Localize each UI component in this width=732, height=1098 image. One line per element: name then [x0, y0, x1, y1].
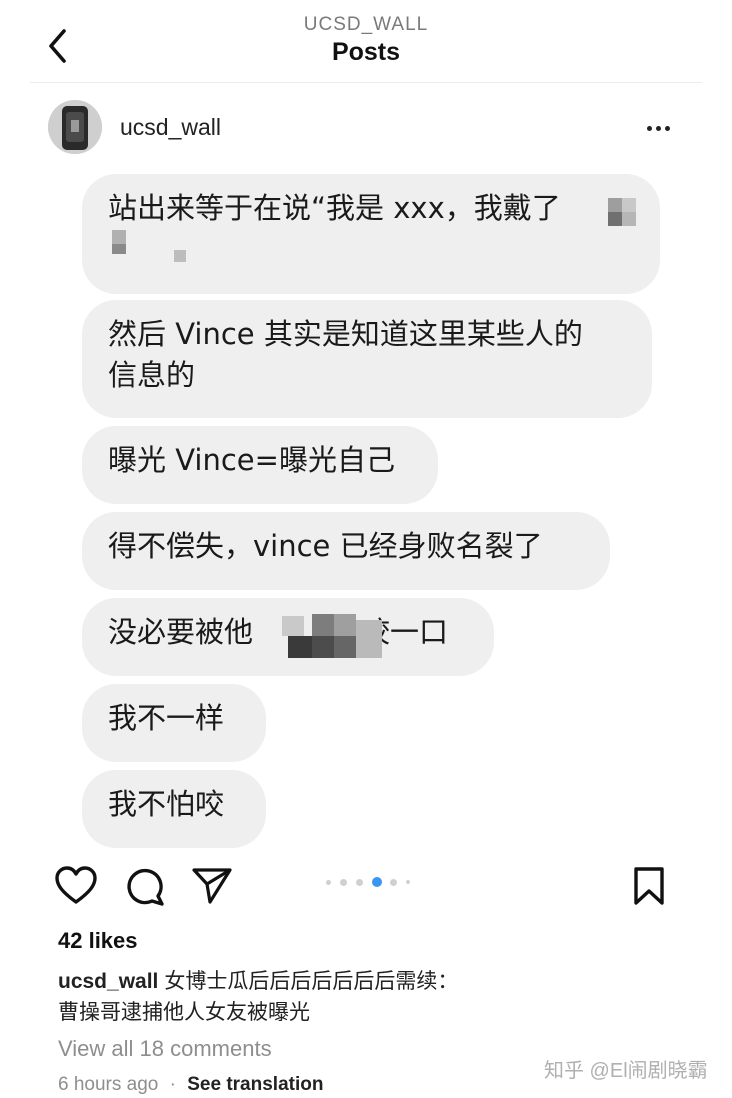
message-text: 站出来等于在说“我是 xxx，我戴了	[108, 191, 561, 225]
view-comments-link[interactable]: View all 18 comments	[58, 1036, 272, 1062]
message-text: 我不一样	[108, 701, 225, 735]
redacted-block	[608, 212, 622, 226]
carousel-dot-active	[372, 877, 382, 887]
message-text-line2: 信息的	[108, 358, 196, 392]
message-bubble: 然后 Vince 其实是知道这里某些人的 信息的	[82, 300, 652, 418]
redacted-block	[174, 250, 186, 262]
post-image[interactable]: 站出来等于在说“我是 xxx，我戴了 然后 Vince 其实是知道这里某些人的 …	[34, 170, 698, 850]
message-text: 我不怕咬	[108, 787, 225, 821]
message-bubble: 曝光 Vince=曝光自己	[82, 426, 438, 504]
redacted-block	[356, 620, 382, 658]
redacted-block	[622, 198, 636, 212]
message-bubble: 我不怕咬	[82, 770, 266, 848]
post-meta: 6 hours ago · See translation	[58, 1074, 323, 1096]
message-text: 没必要被他	[108, 615, 254, 649]
carousel-dot	[340, 879, 347, 886]
carousel-dot	[326, 880, 331, 885]
redacted-block	[334, 614, 356, 636]
header-divider	[30, 82, 702, 83]
save-button[interactable]	[632, 866, 666, 906]
avatar[interactable]	[48, 100, 102, 154]
comment-icon	[127, 868, 164, 906]
see-translation-link[interactable]: See translation	[187, 1074, 323, 1095]
message-bubble: 我不一样	[82, 684, 266, 762]
redacted-block	[288, 636, 312, 658]
redacted-block	[312, 614, 334, 636]
redacted-block	[112, 244, 126, 254]
share-button[interactable]	[190, 866, 234, 906]
more-options-button[interactable]	[640, 118, 676, 138]
avatar-image	[48, 100, 102, 154]
message-bubble: 得不偿失，vince 已经身败名裂了	[82, 512, 610, 590]
redacted-block	[334, 636, 356, 658]
caption-text-line2: 曹操哥逮捕他人女友被曝光	[58, 1001, 310, 1024]
like-button[interactable]	[54, 866, 98, 906]
page-title: Posts	[331, 38, 401, 66]
post-caption: ucsd_wall 女博士瓜后后后后后后后需续： 曹操哥逮捕他人女友被曝光	[58, 966, 658, 1028]
redacted-block	[112, 230, 126, 244]
carousel-dot	[406, 880, 410, 884]
carousel-dot	[390, 879, 397, 886]
message-text: 曝光 Vince=曝光自己	[108, 443, 395, 477]
carousel-indicator	[322, 876, 422, 888]
message-text: 然后 Vince 其实是知道这里某些人的	[108, 317, 583, 351]
bookmark-icon	[634, 867, 664, 905]
redacted-block	[312, 636, 334, 658]
comment-button[interactable]	[124, 866, 166, 908]
redacted-block	[282, 616, 304, 636]
meta-separator: ·	[169, 1074, 176, 1095]
heart-icon	[55, 866, 97, 904]
caption-username[interactable]: ucsd_wall	[58, 970, 158, 993]
like-count[interactable]: 42 likes	[58, 928, 138, 954]
header: UCSD_WALL Posts	[0, 0, 732, 84]
post-username[interactable]: ucsd_wall	[120, 114, 221, 141]
message-text: 得不偿失，vince 已经身败名裂了	[108, 529, 543, 563]
post-time: 6 hours ago	[58, 1074, 159, 1095]
message-bubble: 站出来等于在说“我是 xxx，我戴了	[82, 174, 660, 294]
send-icon	[192, 868, 232, 904]
redacted-block	[622, 212, 636, 226]
redacted-block	[608, 198, 622, 212]
more-horizontal-icon	[646, 125, 652, 131]
watermark: 知乎 @El闹剧晓霸	[544, 1060, 708, 1082]
account-name: UCSD_WALL	[303, 14, 429, 35]
caption-text: 女博士瓜后后后后后后后需续：	[164, 970, 459, 993]
carousel-dot	[356, 879, 363, 886]
